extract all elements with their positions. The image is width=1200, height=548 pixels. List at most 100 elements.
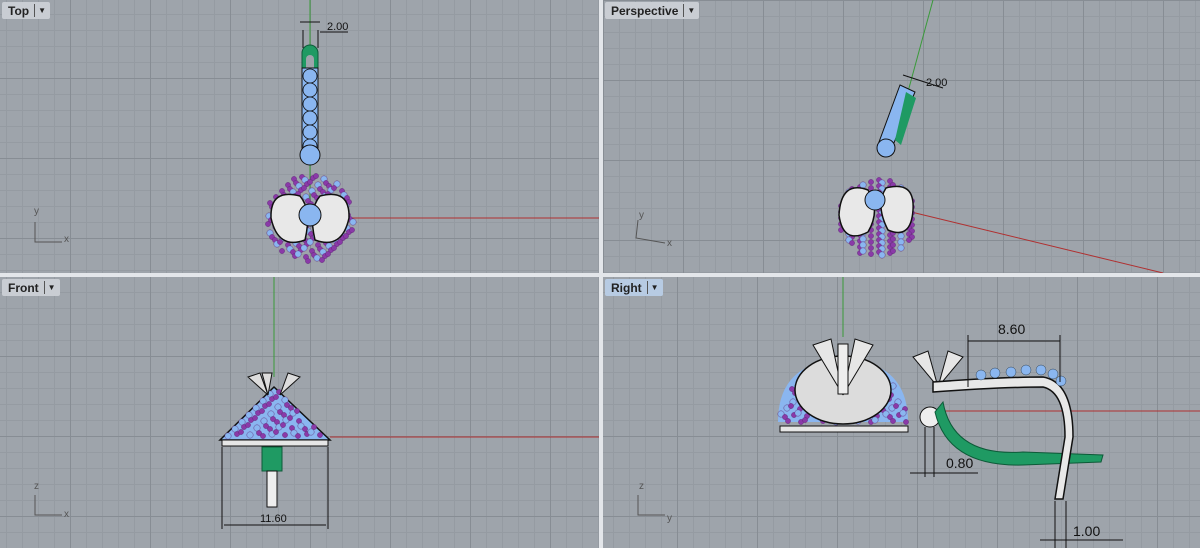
- svg-text:y: y: [34, 206, 39, 217]
- chevron-down-icon[interactable]: ▼: [683, 4, 695, 17]
- right-view-model: 8.60 0.80 1.00 z y: [637, 277, 1200, 548]
- post: [266, 470, 278, 508]
- pave-stone: [319, 257, 325, 263]
- chevron-down-icon[interactable]: ▼: [43, 281, 56, 294]
- chevron-down-icon[interactable]: ▼: [34, 4, 46, 17]
- pave-stone: [280, 422, 286, 428]
- pave-stone: [279, 248, 285, 254]
- pave-stone: [849, 240, 855, 246]
- svg-text:2.00: 2.00: [926, 77, 947, 89]
- pave-stone: [331, 185, 337, 191]
- pave-stone: [282, 432, 288, 438]
- pave-stone: [238, 429, 244, 435]
- pave-stone: [899, 409, 907, 417]
- top-view-model: 2.00 y x: [34, 0, 599, 264]
- pave-stone: [859, 247, 867, 255]
- axis-triad-icon: [635, 219, 666, 244]
- pave-stone: [317, 432, 323, 438]
- pave-stone: [343, 233, 349, 239]
- axis-triad-icon: [34, 222, 62, 243]
- pave-stone: [266, 401, 272, 407]
- wire-gem: [1005, 366, 1017, 378]
- pave-stone: [890, 236, 896, 242]
- pave-stone: [897, 232, 905, 240]
- pave-stone: [893, 403, 899, 409]
- pave-stone: [287, 415, 293, 421]
- base-plate: [221, 439, 329, 447]
- pave-stone: [331, 245, 337, 251]
- pave-stone: [859, 241, 867, 249]
- svg-text:z: z: [639, 481, 644, 492]
- pave-stone: [245, 422, 251, 428]
- pave-stone: [906, 237, 912, 243]
- pave-stone: [868, 239, 874, 245]
- pave-stone: [890, 242, 896, 248]
- pave-stone: [259, 408, 265, 414]
- pave-stone: [337, 239, 343, 245]
- stem-gem: [302, 82, 318, 98]
- pave-stone: [802, 417, 808, 423]
- pave-stone: [294, 408, 300, 414]
- pave-stone: [307, 428, 315, 436]
- pave-stone: [313, 173, 319, 179]
- pave-stone: [295, 433, 301, 439]
- pave-stone: [868, 251, 874, 257]
- pave-stone: [868, 179, 874, 185]
- pave-stone: [794, 409, 802, 417]
- pave-stone: [301, 185, 307, 191]
- pave-stone: [788, 403, 794, 409]
- axis-triad-icon: [34, 495, 62, 516]
- stem-gem: [302, 96, 318, 112]
- post-collar: [261, 446, 283, 472]
- viewport-right[interactable]: 8.60 0.80 1.00 z y Right ▼: [603, 277, 1200, 548]
- viewport-label-front[interactable]: Front ▼: [2, 279, 60, 296]
- dimension-label: 2.00: [327, 21, 348, 33]
- dimension-label-mid: 0.80: [946, 455, 973, 471]
- viewport-label-top[interactable]: Top ▼: [2, 2, 51, 19]
- perspective-view-model: 2.00 y x: [635, 0, 1164, 273]
- pave-stone: [890, 418, 896, 424]
- pave-stone: [868, 245, 874, 251]
- center-stone: [298, 203, 322, 227]
- pave-stone: [868, 233, 874, 239]
- pave-stone: [878, 251, 886, 259]
- pave-stone: [305, 258, 311, 264]
- wire-gem: [989, 367, 1001, 379]
- pave-stone: [903, 419, 909, 425]
- base-plate: [779, 425, 909, 433]
- wire-gem: [1055, 375, 1067, 387]
- svg-text:y: y: [667, 513, 672, 524]
- dimension-label-top: 8.60: [998, 321, 1025, 337]
- top-setting: [299, 144, 321, 166]
- pave-stone: [277, 239, 283, 245]
- wire-gem: [1047, 368, 1059, 380]
- pave-stone: [871, 416, 879, 424]
- dimension-label: 11.60: [260, 513, 287, 525]
- dimension-label-bottom: 1.00: [1073, 523, 1100, 539]
- viewport-label-perspective[interactable]: Perspective ▼: [605, 2, 700, 19]
- svg-text:x: x: [64, 509, 69, 520]
- svg-text:x: x: [64, 234, 69, 245]
- wire-gem: [1020, 364, 1032, 376]
- x-axis-line: [902, 209, 1164, 273]
- front-view-model: 11.60 z x: [34, 277, 599, 529]
- pave-stone: [302, 426, 308, 432]
- stem-gem: [302, 124, 318, 140]
- stem-gem: [302, 110, 318, 126]
- chevron-down-icon[interactable]: ▼: [646, 281, 659, 294]
- pave-stone: [224, 432, 232, 440]
- viewport-top[interactable]: 2.00 y x Top ▼: [0, 0, 599, 273]
- pave-stone: [300, 244, 308, 252]
- wire-gem: [1035, 364, 1047, 376]
- pave-stone: [859, 181, 867, 189]
- stem-gem: [302, 68, 318, 84]
- pave-stone: [252, 415, 258, 421]
- viewport-front[interactable]: 11.60 z x Front ▼: [0, 277, 599, 548]
- viewport-label-right[interactable]: Right ▼: [605, 279, 663, 296]
- pave-stone: [785, 418, 791, 424]
- pave-stone: [859, 235, 867, 243]
- pave-stone: [246, 431, 254, 439]
- viewport-perspective[interactable]: 2.00 y x Perspective ▼: [603, 0, 1200, 273]
- wire-gem: [975, 369, 987, 381]
- pave-stone: [897, 238, 905, 246]
